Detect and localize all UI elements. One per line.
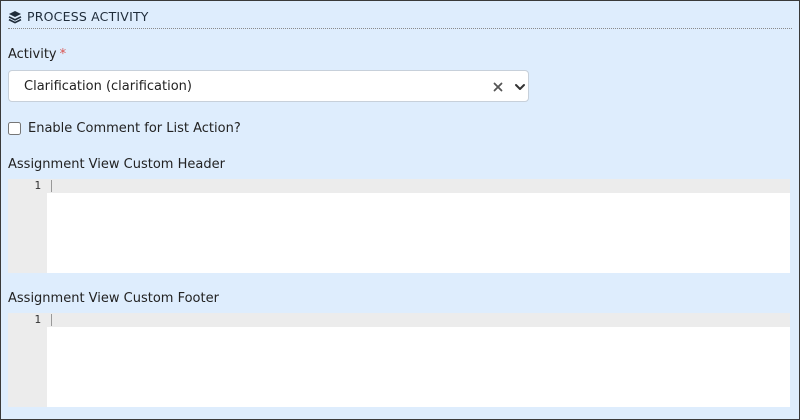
required-marker: * [59,47,67,62]
section-title: PROCESS ACTIVITY [27,9,149,24]
process-activity-panel: PROCESS ACTIVITY Activity * Clarification… [0,0,800,420]
enable-comment-row: Enable Comment for List Action? [8,121,241,136]
enable-comment-label: Enable Comment for List Action? [28,121,241,136]
active-line [47,313,790,327]
text-cursor [51,314,52,326]
active-line [47,179,790,193]
custom-header-editor[interactable]: 1 [8,179,790,273]
clear-icon[interactable] [491,80,505,94]
line-number: 1 [34,313,41,326]
section-header: PROCESS ACTIVITY [8,9,792,29]
header-editor-label: Assignment View Custom Header [8,157,225,172]
activity-label: Activity * [8,47,66,63]
activity-label-text: Activity [8,47,57,62]
activity-select-value: Clarification (clarification) [24,79,192,94]
enable-comment-checkbox[interactable] [8,122,21,135]
footer-editor-label: Assignment View Custom Footer [8,291,219,306]
line-number: 1 [34,179,41,192]
text-cursor [51,180,52,192]
activity-select[interactable]: Clarification (clarification) [8,70,529,102]
custom-footer-editor[interactable]: 1 [8,313,790,407]
line-gutter: 1 [8,313,47,407]
line-gutter: 1 [8,179,47,273]
layers-icon [8,10,22,24]
chevron-down-icon[interactable] [514,81,526,93]
